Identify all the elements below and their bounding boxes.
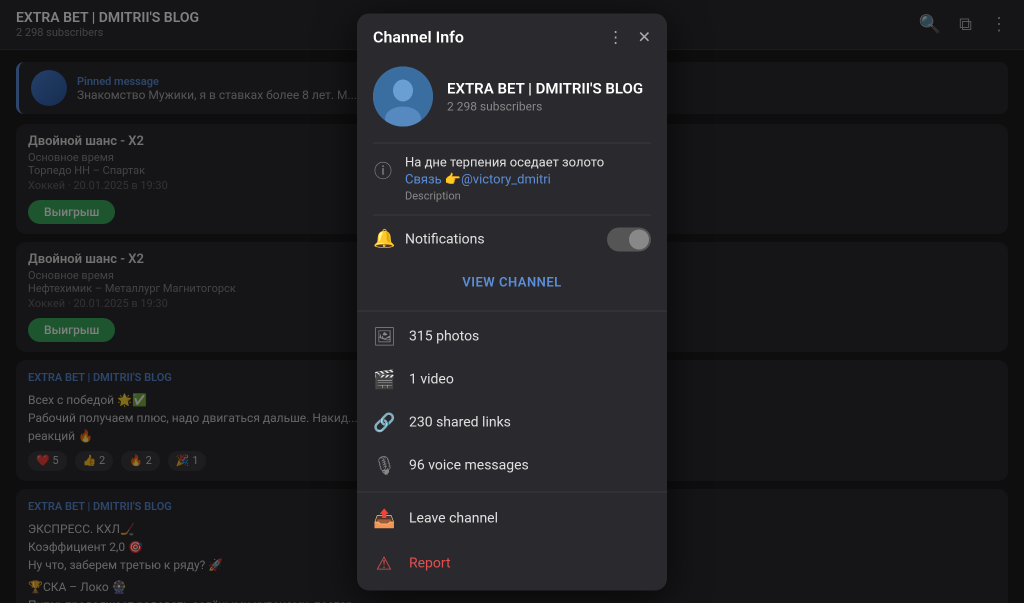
media-section: 🖼 315 photos 🎬 1 video 🔗 230 shared link… <box>357 310 667 491</box>
actions-section: 📤 Leave channel ⚠ Report <box>357 491 667 590</box>
leave-label: Leave channel <box>409 511 498 527</box>
description-line1: На дне терпения оседает золото <box>405 155 651 170</box>
profile-subs: 2 298 subscribers <box>447 99 643 113</box>
voice-icon: 🎙 <box>373 455 395 476</box>
profile-name: EXTRA BET | DMITRII'S BLOG <box>447 79 643 97</box>
media-row-voice[interactable]: 🎙 96 voice messages <box>357 444 667 487</box>
profile-avatar <box>373 66 433 126</box>
media-row-video[interactable]: 🎬 1 video <box>357 358 667 401</box>
notifications-row: 🔔 Notifications <box>357 215 667 263</box>
voice-label: 96 voice messages <box>409 458 529 474</box>
report-label: Report <box>409 556 451 572</box>
description-label: Description <box>405 189 651 202</box>
report-icon: ⚠ <box>373 553 395 574</box>
view-channel-button[interactable]: VIEW CHANNEL <box>373 267 651 298</box>
modal-header-icons: ⋮ ✕ <box>608 27 651 46</box>
notifications-toggle[interactable] <box>607 227 651 251</box>
photos-icon: 🖼 <box>373 326 395 347</box>
notifications-label: Notifications <box>405 231 595 247</box>
video-label: 1 video <box>409 372 454 388</box>
info-section-desc: ⓘ На дне терпения оседает золото Связь 👉… <box>357 143 667 214</box>
links-icon: 🔗 <box>373 412 395 433</box>
modal-title: Channel Info <box>373 27 464 46</box>
bell-icon: 🔔 <box>373 229 393 250</box>
info-content: На дне терпения оседает золото Связь 👉@v… <box>405 155 651 202</box>
channel-info-modal: Channel Info ⋮ ✕ EXTRA BET | DMITRII'S B… <box>357 13 667 590</box>
toggle-knob <box>629 229 649 249</box>
report-row[interactable]: ⚠ Report <box>357 541 667 586</box>
media-row-links[interactable]: 🔗 230 shared links <box>357 401 667 444</box>
info-icon: ⓘ <box>373 157 393 183</box>
leave-channel-row[interactable]: 📤 Leave channel <box>357 496 667 541</box>
modal-more-icon[interactable]: ⋮ <box>608 27 624 46</box>
leave-icon: 📤 <box>373 508 395 529</box>
media-row-photos[interactable]: 🖼 315 photos <box>357 315 667 358</box>
links-label: 230 shared links <box>409 415 511 431</box>
contact-text[interactable]: Связь 👉@victory_dmitri <box>405 172 651 187</box>
video-icon: 🎬 <box>373 369 395 390</box>
photos-label: 315 photos <box>409 329 479 345</box>
modal-profile: EXTRA BET | DMITRII'S BLOG 2 298 subscri… <box>357 56 667 142</box>
profile-info: EXTRA BET | DMITRII'S BLOG 2 298 subscri… <box>447 79 643 113</box>
modal-header: Channel Info ⋮ ✕ <box>357 13 667 56</box>
modal-close-icon[interactable]: ✕ <box>638 27 651 46</box>
